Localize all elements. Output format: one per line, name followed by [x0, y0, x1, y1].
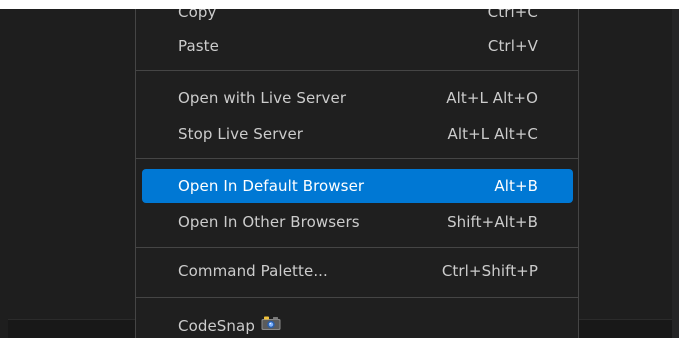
- menu-item-open-in-other-browsers[interactable]: Open In Other Browsers Shift+Alt+B: [142, 205, 573, 239]
- menu-item-stop-live-server[interactable]: Stop Live Server Alt+L Alt+C: [142, 117, 573, 151]
- menu-item-shortcut: Alt+L Alt+O: [446, 89, 538, 107]
- menu-item-paste[interactable]: Paste Ctrl+V: [142, 29, 573, 63]
- menu-item-shortcut: Ctrl+V: [487, 37, 538, 55]
- menu-item-shortcut: Alt+B: [494, 177, 538, 195]
- menu-item-label-wrap: CodeSnap: [178, 316, 281, 336]
- menu-separator: [136, 247, 578, 248]
- top-edge: [0, 0, 679, 9]
- menu-item-shortcut: Ctrl+C: [487, 9, 538, 21]
- menu-item-copy[interactable]: Copy Ctrl+C: [142, 9, 573, 29]
- menu-item-label: CodeSnap: [178, 316, 255, 335]
- menu-item-label: Open with Live Server: [178, 89, 347, 107]
- menu-item-label: Open In Other Browsers: [178, 213, 360, 231]
- context-menu: Copy Ctrl+C Paste Ctrl+V Open with Live …: [135, 9, 579, 338]
- menu-item-shortcut: Shift+Alt+B: [447, 213, 538, 231]
- menu-item-open-with-live-server[interactable]: Open with Live Server Alt+L Alt+O: [142, 81, 573, 115]
- menu-item-open-in-default-browser[interactable]: Open In Default Browser Alt+B: [142, 169, 573, 203]
- menu-item-label: Paste: [178, 37, 219, 55]
- menu-item-shortcut: Ctrl+Shift+P: [441, 262, 538, 280]
- menu-item-label: Copy: [178, 9, 217, 21]
- menu-item-label: Stop Live Server: [178, 125, 304, 143]
- status-bar-right: [579, 319, 672, 338]
- status-bar-left: [8, 319, 136, 338]
- menu-item-command-palette[interactable]: Command Palette... Ctrl+Shift+P: [142, 254, 573, 288]
- menu-item-label: Open In Default Browser: [178, 177, 365, 195]
- scrollbar-track: [672, 9, 679, 338]
- camera-icon: [261, 316, 281, 335]
- editor-window: Copy Ctrl+C Paste Ctrl+V Open with Live …: [0, 0, 679, 338]
- menu-item-shortcut: Alt+L Alt+C: [447, 125, 538, 143]
- menu-item-label: Command Palette...: [178, 262, 328, 280]
- menu-separator: [136, 158, 578, 159]
- menu-item-codesnap[interactable]: CodeSnap: [142, 309, 573, 338]
- menu-separator: [136, 297, 578, 298]
- menu-separator: [136, 70, 578, 71]
